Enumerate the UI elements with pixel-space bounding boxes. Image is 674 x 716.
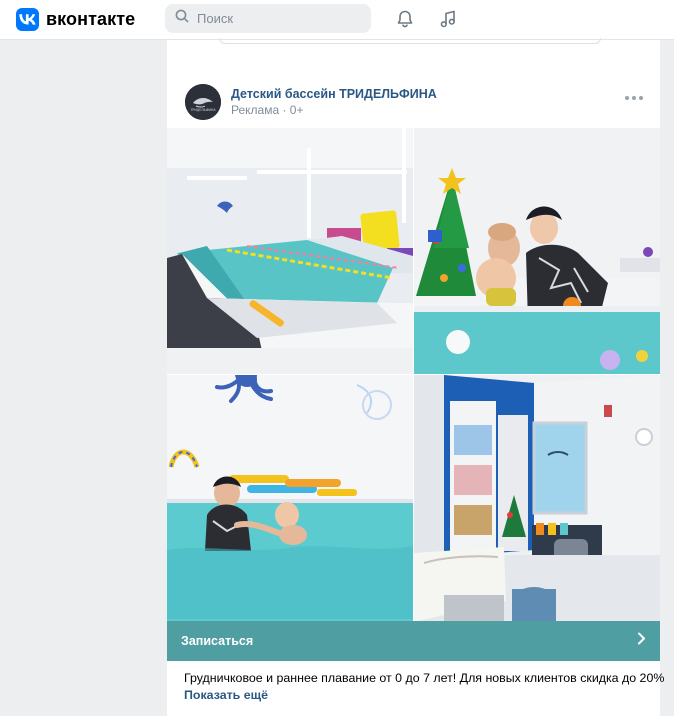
photo-trainer-child-image [167,375,413,621]
top-bar: вконтакте [0,0,674,40]
search-box[interactable] [165,4,371,33]
logo-text: вконтакте [46,8,136,29]
vk-logo[interactable]: вконтакте [16,6,135,32]
gallery-photo[interactable] [414,128,660,374]
photo-pool-image [167,128,413,374]
svg-text:ТРИДЕЛЬФИНА: ТРИДЕЛЬФИНА [189,108,216,112]
ad-label: Реклама · 0+ [231,103,304,117]
vk-logo-icon [16,7,39,31]
more-options-icon[interactable] [625,92,645,104]
photo-changing-room-image [414,375,660,621]
signup-cta-button[interactable]: Записаться [167,621,660,661]
gallery-photo[interactable] [414,375,660,621]
music-icon[interactable] [437,8,459,30]
post-description: Грудничковое и раннее плавание от 0 до 7… [184,671,665,685]
avatar[interactable]: ТРИДЕЛЬФИНА [185,84,221,120]
show-more-link[interactable]: Показать ещё [184,688,268,702]
chevron-right-icon [637,632,646,650]
search-icon [175,9,189,28]
post-author[interactable]: Детский бассейн ТРИДЕЛЬФИНА [231,87,437,101]
post-composer-edge [219,38,601,44]
photo-mom-baby-image [414,128,660,374]
search-input[interactable] [197,11,357,26]
gallery-photo[interactable] [167,128,413,374]
bell-icon[interactable] [394,8,416,30]
gallery-photo[interactable] [167,375,413,621]
ad-post-card: ТРИДЕЛЬФИНА Детский бассейн ТРИДЕЛЬФИНА … [167,38,664,716]
photo-gallery [167,128,660,621]
cta-label: Записаться [181,634,254,648]
